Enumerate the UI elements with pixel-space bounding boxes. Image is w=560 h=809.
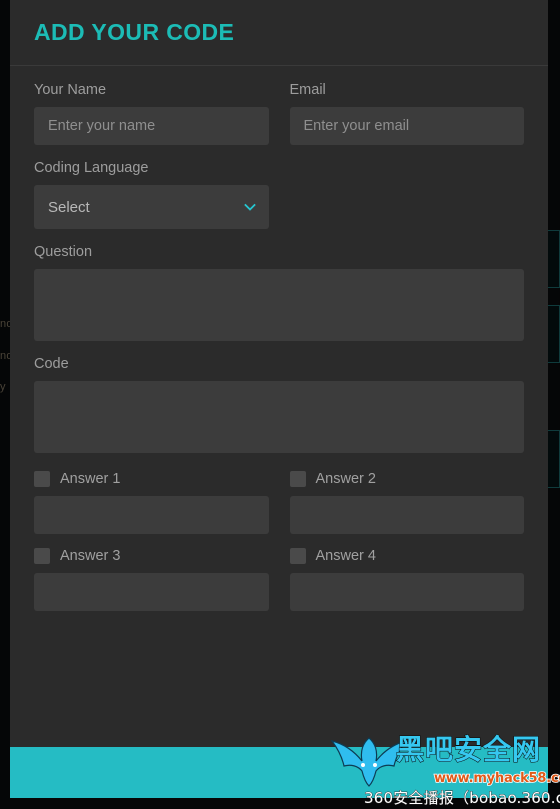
answer-2-label: Answer 2 xyxy=(315,471,376,487)
name-email-row: Your Name Email xyxy=(34,82,524,145)
name-field-group: Your Name xyxy=(34,82,269,145)
answer-1-label: Answer 1 xyxy=(60,471,121,487)
page-title: ADD YOUR CODE xyxy=(34,19,235,45)
answer-2-input[interactable] xyxy=(289,496,524,534)
code-label: Code xyxy=(34,356,69,372)
answer-4-input[interactable] xyxy=(289,573,524,611)
answer-1-input[interactable] xyxy=(34,496,269,534)
answer-4-group: Answer 4 xyxy=(289,548,525,611)
answer-1-group: Answer 1 xyxy=(34,471,269,534)
coding-language-select-wrap: Select xyxy=(34,185,269,229)
name-label: Your Name xyxy=(34,82,107,98)
question-label: Question xyxy=(34,244,93,260)
coding-language-spacer xyxy=(290,160,525,229)
code-textarea[interactable] xyxy=(34,381,524,453)
coding-language-select[interactable]: Select xyxy=(34,185,269,229)
name-input[interactable] xyxy=(34,107,269,145)
coding-language-selected-value: Select xyxy=(48,198,90,216)
coding-language-group: Coding Language Select xyxy=(34,160,269,229)
answers-row-2: Answer 3 Answer 4 xyxy=(34,548,524,611)
modal-header: ADD YOUR CODE xyxy=(10,0,548,66)
modal-footer xyxy=(10,747,548,798)
email-label: Email xyxy=(289,82,326,98)
answer-1-head: Answer 1 xyxy=(34,471,269,487)
answer-4-head: Answer 4 xyxy=(289,548,525,564)
answer-4-label: Answer 4 xyxy=(315,548,376,564)
question-group: Question xyxy=(34,244,524,341)
email-input[interactable] xyxy=(289,107,524,145)
answer-4-checkbox[interactable] xyxy=(289,548,306,564)
answer-3-input[interactable] xyxy=(34,573,269,611)
answer-3-group: Answer 3 xyxy=(34,548,269,611)
answer-1-checkbox[interactable] xyxy=(34,471,50,487)
answer-3-head: Answer 3 xyxy=(34,548,269,564)
background-text-fragment: y xyxy=(0,381,6,393)
answer-2-head: Answer 2 xyxy=(289,471,525,487)
code-group: Code xyxy=(34,356,524,453)
answers-row-1: Answer 1 Answer 2 xyxy=(34,471,524,534)
coding-language-row: Coding Language Select xyxy=(34,160,524,229)
add-your-code-modal: ADD YOUR CODE Your Name Email Coding Lan… xyxy=(10,0,548,798)
answer-3-checkbox[interactable] xyxy=(34,548,50,564)
answer-3-label: Answer 3 xyxy=(60,548,121,564)
answer-2-checkbox[interactable] xyxy=(289,471,306,487)
email-field-group: Email xyxy=(289,82,524,145)
modal-body: Your Name Email Coding Language Select xyxy=(10,66,548,611)
coding-language-label: Coding Language xyxy=(34,160,149,176)
answer-2-group: Answer 2 xyxy=(289,471,525,534)
question-textarea[interactable] xyxy=(34,269,524,341)
